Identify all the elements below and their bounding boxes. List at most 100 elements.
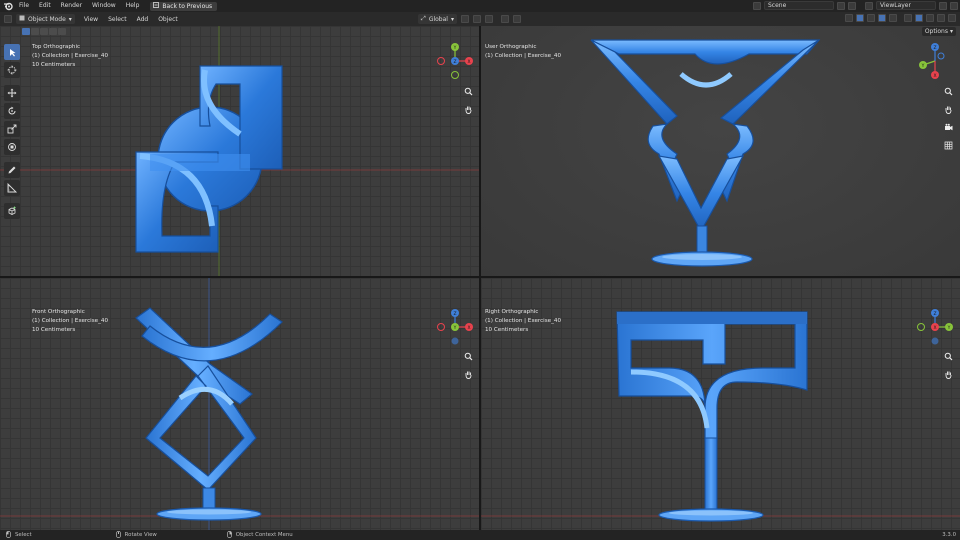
shading-solid-icon[interactable] [915, 14, 923, 22]
scene-delete-icon[interactable] [848, 1, 856, 10]
viewport-right-ortho[interactable]: Right Orthographic (1) Collection | Exer… [481, 278, 960, 530]
zoom-icon[interactable] [463, 86, 474, 97]
cursor-tool[interactable] [4, 62, 20, 78]
viewport-user-info: User Orthographic (1) Collection | Exerc… [485, 43, 561, 61]
viewport-user-ortho[interactable]: User Orthographic (1) Collection | Exerc… [481, 26, 960, 276]
hand-icon[interactable] [463, 104, 474, 115]
menu-window[interactable]: Window [87, 0, 121, 12]
zoom-icon[interactable] [463, 351, 474, 362]
viewport-nav-buttons [943, 86, 954, 151]
back-icon [153, 2, 160, 10]
scene-browse-icon[interactable] [753, 1, 761, 10]
gizmo-toggle-icon[interactable] [856, 14, 864, 22]
navigation-gizmo[interactable]: Z Y X [916, 308, 954, 346]
transform-orientation-select[interactable]: ⤢ Global ▾ [418, 14, 457, 24]
back-to-previous-button[interactable]: Back to Previous [150, 1, 218, 11]
navigation-gizmo[interactable]: Z Y X [916, 42, 954, 80]
viewport-header: Object Mode ▾ View Select Add Object ⤢ G… [0, 12, 960, 26]
scale-tool[interactable] [4, 121, 20, 137]
viewport-nav-buttons [463, 351, 474, 380]
measure-tool[interactable] [4, 180, 20, 196]
mouse-left-icon [6, 530, 11, 540]
viewlayer-browse-icon[interactable] [865, 1, 873, 10]
gizmo-z-label: Z [933, 311, 936, 317]
select-invert-icon[interactable] [49, 28, 57, 35]
status-bar: Select Rotate View Object Context Menu 3… [0, 530, 960, 540]
shading-rendered-icon[interactable] [937, 14, 945, 22]
select-box-tool[interactable] [4, 44, 20, 60]
menu-select[interactable]: Select [103, 16, 132, 23]
menu-edit[interactable]: Edit [34, 0, 56, 12]
pivot-point-icon[interactable] [460, 15, 469, 23]
move-tool[interactable] [4, 85, 20, 101]
viewlayer-field[interactable]: ViewLayer [876, 1, 936, 10]
editor-type-icon[interactable] [4, 15, 12, 23]
measure-icon [7, 183, 17, 193]
menu-add[interactable]: Add [132, 16, 154, 23]
viewport-title: Top Orthographic [32, 44, 81, 50]
gizmo-x-label: X [933, 73, 936, 79]
grid-icon[interactable] [943, 140, 954, 151]
visibility-icon[interactable] [845, 14, 853, 22]
menu-help[interactable]: Help [121, 0, 145, 12]
options-button[interactable]: Options ▾ [921, 27, 956, 36]
select-intersect-icon[interactable] [58, 28, 66, 35]
viewlayer-delete-icon[interactable] [950, 1, 958, 10]
viewport-top-ortho[interactable]: Top Orthographic (1) Collection | Exerci… [0, 26, 479, 276]
hand-icon[interactable] [943, 104, 954, 115]
blender-logo-icon[interactable] [2, 0, 14, 12]
orientation-icon: ⤢ [421, 15, 426, 22]
annotate-tool[interactable] [4, 162, 20, 178]
zoom-icon[interactable] [943, 86, 954, 97]
xray-icon[interactable] [889, 14, 897, 22]
proportional-edit-icon[interactable] [500, 15, 509, 23]
viewport-area: Top Orthographic (1) Collection | Exerci… [0, 26, 960, 530]
viewport-front-ortho[interactable]: Front Orthographic (1) Collection | Exer… [0, 278, 479, 530]
falloff-icon[interactable] [512, 15, 521, 23]
menu-object[interactable]: Object [153, 16, 183, 23]
menu-view[interactable]: View [79, 16, 103, 23]
cursor-arrow-icon [9, 48, 15, 56]
gizmo-y-label: Y [453, 325, 457, 331]
select-extend-icon[interactable] [31, 28, 39, 35]
status-select: Select [6, 530, 32, 540]
add-cube-tool[interactable] [4, 203, 20, 219]
navigation-gizmo[interactable]: Z X Y [436, 308, 474, 346]
scene-new-icon[interactable] [837, 1, 845, 10]
zoom-icon[interactable] [943, 351, 954, 362]
menu-render[interactable]: Render [56, 0, 87, 12]
snap-icon[interactable] [472, 15, 481, 23]
viewport-top-info: Top Orthographic (1) Collection | Exerci… [32, 43, 108, 70]
snap-target-icon[interactable] [484, 15, 493, 23]
add-cube-icon [8, 206, 16, 215]
overlay-toggle-icon[interactable] [878, 14, 886, 22]
viewport-collection: (1) Collection | Exercise_40 [32, 53, 109, 59]
shading-options-icon[interactable] [948, 14, 956, 22]
back-to-previous-label: Back to Previous [162, 2, 213, 10]
camera-icon[interactable] [943, 122, 954, 133]
viewport-scale: 10 Centimeters [485, 327, 529, 333]
select-new-icon[interactable] [22, 28, 30, 35]
menu-file[interactable]: File [14, 0, 34, 12]
select-subtract-icon[interactable] [40, 28, 48, 35]
gizmo-x-label: X [467, 59, 470, 65]
hand-icon[interactable] [463, 369, 474, 380]
transform-tool[interactable] [4, 139, 20, 155]
mode-select[interactable]: Object Mode ▾ [16, 14, 75, 24]
scene-field[interactable]: Scene [764, 1, 834, 10]
shading-material-icon[interactable] [926, 14, 934, 22]
gizmo-x-label: X [933, 325, 936, 331]
top-menubar: File Edit Render Window Help Back to Pre… [0, 0, 960, 12]
navigation-gizmo[interactable]: Y X Z [436, 42, 474, 80]
shading-wireframe-icon[interactable] [904, 14, 912, 22]
rotate-tool[interactable] [4, 103, 20, 119]
viewport-scale: 10 Centimeters [32, 62, 76, 68]
hand-icon[interactable] [943, 369, 954, 380]
scale-icon [7, 124, 17, 134]
gizmo-z-label: Z [453, 59, 456, 65]
status-rotate: Rotate View [115, 530, 157, 540]
viewlayer-new-icon[interactable] [939, 1, 947, 10]
transform-controls: ⤢ Global ▾ [418, 14, 521, 24]
overlay-icon[interactable] [867, 14, 875, 22]
gizmo-x-label: X [467, 325, 470, 331]
